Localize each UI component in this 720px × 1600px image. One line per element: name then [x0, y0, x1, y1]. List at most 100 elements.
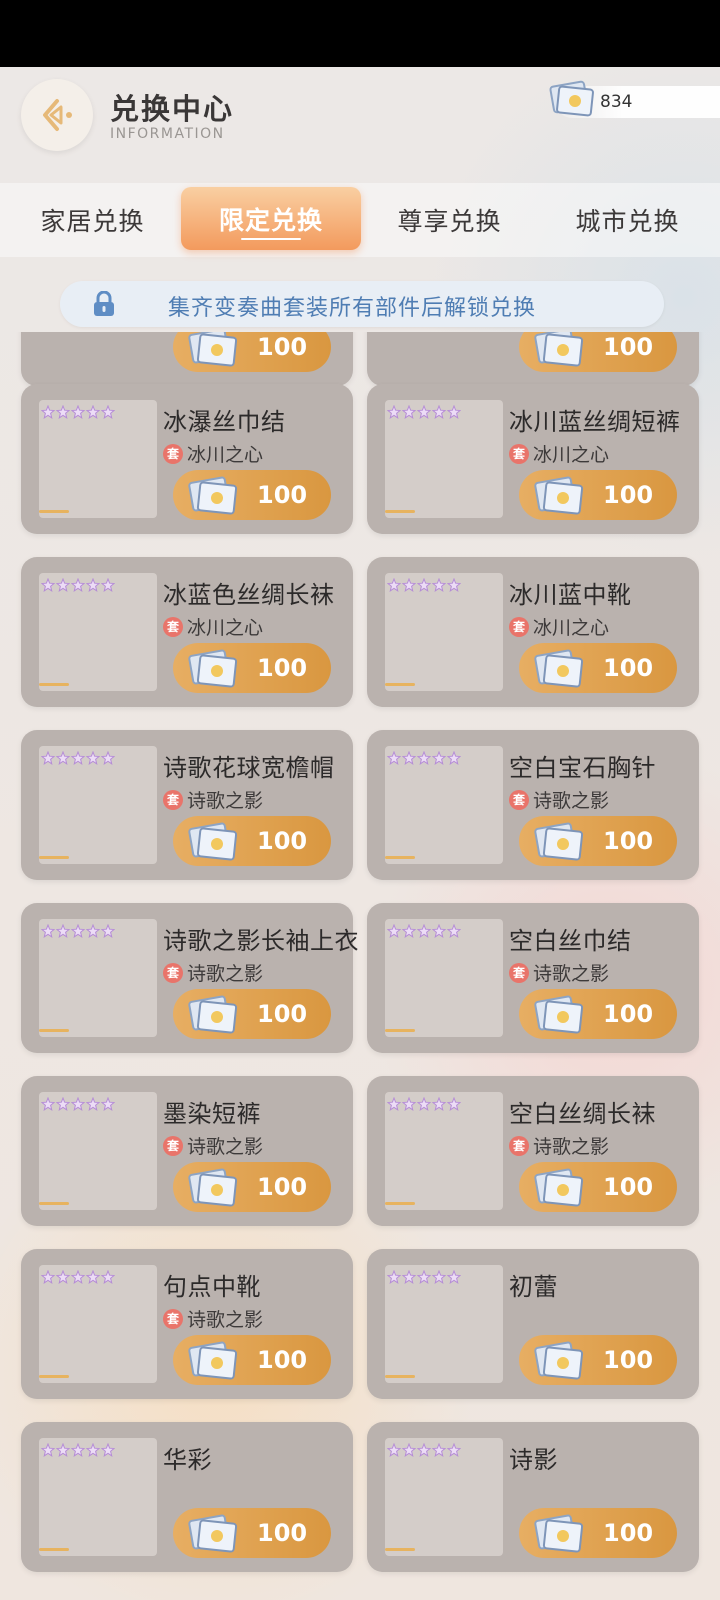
price-button[interactable]: 100 [173, 643, 331, 693]
ticket-icon [531, 820, 587, 866]
set-badge: 套 [163, 1308, 183, 1329]
rarity-stars [386, 577, 462, 592]
ticket-icon [531, 474, 587, 520]
rarity-star-icon [446, 577, 462, 592]
tab-limited-exchange[interactable]: 限定兑换 [181, 187, 361, 250]
item-card-partial[interactable]: 100 [367, 332, 699, 386]
price-button[interactable]: 100 [519, 332, 677, 372]
rarity-star-icon [55, 1442, 71, 1457]
thumbnail-accent [39, 683, 69, 686]
ticket-icon [531, 647, 587, 693]
rarity-star-icon [416, 1442, 432, 1457]
thumbnail-accent [385, 510, 415, 513]
item-card[interactable]: 空白宝石胸针套诗歌之影 100 [367, 730, 699, 880]
item-card[interactable]: 空白丝巾结套诗歌之影 100 [367, 903, 699, 1053]
rarity-star-icon [416, 923, 432, 938]
set-row: 套诗歌之影 [163, 1305, 263, 1332]
set-row: 套诗歌之影 [163, 786, 263, 813]
rarity-stars [386, 1269, 462, 1284]
price-value: 100 [603, 827, 654, 855]
price-button[interactable]: 100 [519, 1508, 677, 1558]
item-card[interactable]: 诗影 100 [367, 1422, 699, 1572]
item-card[interactable]: 冰川蓝中靴套冰川之心 100 [367, 557, 699, 707]
rarity-star-icon [386, 1442, 402, 1457]
rarity-star-icon [401, 404, 417, 419]
rarity-star-icon [416, 750, 432, 765]
set-badge: 套 [163, 789, 183, 810]
price-button[interactable]: 100 [519, 816, 677, 866]
set-name: 冰川之心 [533, 444, 610, 466]
tab-home-exchange[interactable]: 家居兑换 [10, 183, 175, 257]
currency-value: 834 [600, 92, 633, 112]
thumbnail-accent [39, 1548, 69, 1551]
set-row: 套诗歌之影 [163, 959, 263, 986]
rarity-star-icon [431, 1442, 447, 1457]
price-value: 100 [257, 654, 308, 682]
price-button[interactable]: 100 [173, 1508, 331, 1558]
item-card[interactable]: 冰瀑丝巾结套冰川之心 100 [21, 384, 353, 534]
set-name: 诗歌之影 [187, 790, 264, 812]
price-button[interactable]: 100 [173, 816, 331, 866]
rarity-star-icon [431, 1269, 447, 1284]
item-card[interactable]: 冰川蓝丝绸短裤套冰川之心 100 [367, 384, 699, 534]
rarity-stars [386, 404, 462, 419]
rarity-star-icon [100, 923, 116, 938]
item-card[interactable]: 诗歌花球宽檐帽套诗歌之影 100 [21, 730, 353, 880]
rarity-star-icon [401, 577, 417, 592]
price-value: 100 [603, 481, 654, 509]
price-value: 100 [603, 1173, 654, 1201]
set-name: 诗歌之影 [533, 790, 610, 812]
price-value: 100 [257, 827, 308, 855]
price-button[interactable]: 100 [173, 470, 331, 520]
item-card[interactable]: 空白丝绸长袜套诗歌之影 100 [367, 1076, 699, 1226]
price-button[interactable]: 100 [519, 989, 677, 1039]
ticket-icon [548, 78, 596, 122]
rarity-star-icon [40, 1269, 56, 1284]
ticket-icon [531, 332, 587, 372]
back-button[interactable] [21, 79, 93, 151]
rarity-star-icon [100, 1096, 116, 1111]
item-list[interactable]: 100 100 冰瀑丝巾结套冰川之心 100 冰川蓝丝绸短裤套冰川之心 100 冰蓝色丝… [0, 332, 720, 1600]
item-name: 空白丝巾结 [509, 927, 632, 955]
set-row: 套冰川之心 [509, 440, 609, 467]
item-card[interactable]: 诗歌之影长袖上衣套诗歌之影 100 [21, 903, 359, 1053]
rarity-star-icon [85, 404, 101, 419]
rarity-star-icon [70, 1442, 86, 1457]
rarity-stars [40, 1442, 116, 1457]
item-card[interactable]: 句点中靴套诗歌之影 100 [21, 1249, 353, 1399]
price-button[interactable]: 100 [173, 332, 331, 372]
rarity-star-icon [40, 577, 56, 592]
rarity-star-icon [446, 404, 462, 419]
rarity-star-icon [40, 1096, 56, 1111]
item-card[interactable]: 初蕾 100 [367, 1249, 699, 1399]
thumbnail-accent [39, 856, 69, 859]
rarity-star-icon [446, 923, 462, 938]
tab-premium-exchange[interactable]: 尊享兑换 [367, 183, 532, 257]
tab-label: 限定兑换 [218, 205, 323, 235]
price-button[interactable]: 100 [519, 1335, 677, 1385]
rarity-stars [40, 923, 116, 938]
price-button[interactable]: 100 [519, 1162, 677, 1212]
price-button[interactable]: 100 [173, 989, 331, 1039]
unlock-notice: 集齐变奏曲套装所有部件后解锁兑换 [60, 281, 664, 327]
thumbnail-accent [39, 1029, 69, 1032]
set-name: 诗歌之影 [187, 1309, 264, 1331]
item-card-partial[interactable]: 100 [21, 332, 353, 386]
item-card[interactable]: 墨染短裤套诗歌之影 100 [21, 1076, 353, 1226]
item-card[interactable]: 华彩 100 [21, 1422, 353, 1572]
set-name: 诗歌之影 [533, 1136, 610, 1158]
tab-city-exchange[interactable]: 城市兑换 [540, 183, 715, 257]
price-button[interactable]: 100 [519, 643, 677, 693]
rarity-star-icon [85, 923, 101, 938]
price-value: 100 [603, 1000, 654, 1028]
price-button[interactable]: 100 [173, 1335, 331, 1385]
rarity-stars [386, 1096, 462, 1111]
price-button[interactable]: 100 [173, 1162, 331, 1212]
price-button[interactable]: 100 [519, 470, 677, 520]
rarity-stars [40, 1269, 116, 1284]
set-row: 套诗歌之影 [509, 786, 609, 813]
item-card[interactable]: 冰蓝色丝绸长袜套冰川之心 100 [21, 557, 353, 707]
item-name: 句点中靴 [163, 1273, 261, 1301]
rarity-star-icon [70, 577, 86, 592]
page-title: 兑换中心 [110, 92, 235, 126]
